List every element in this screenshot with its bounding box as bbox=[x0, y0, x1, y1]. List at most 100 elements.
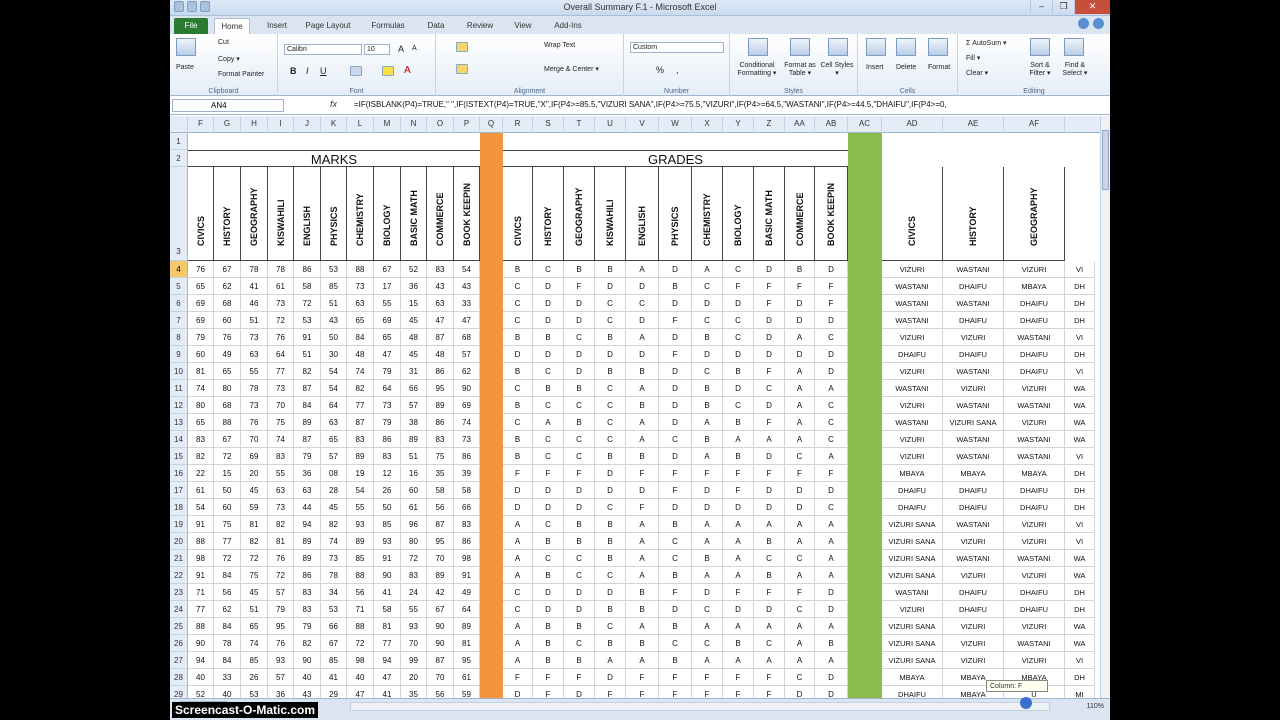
mark-cell[interactable]: 72 bbox=[214, 550, 241, 567]
grade-cell[interactable]: A bbox=[723, 550, 754, 567]
column-header-ab[interactable]: AB bbox=[815, 116, 848, 133]
mark-cell[interactable]: 82 bbox=[188, 448, 214, 465]
summary-cell[interactable]: VIZURI bbox=[943, 652, 1004, 669]
grade-cell[interactable]: A bbox=[754, 516, 785, 533]
grade-cell[interactable]: D bbox=[815, 584, 848, 601]
summary-cell[interactable]: WA bbox=[1065, 567, 1095, 584]
mark-cell[interactable]: 63 bbox=[268, 482, 294, 499]
summary-cell[interactable]: VIZURI bbox=[943, 329, 1004, 346]
grade-cell[interactable]: B bbox=[533, 652, 564, 669]
row-header[interactable]: 17 bbox=[170, 482, 188, 499]
mark-cell[interactable]: 74 bbox=[268, 431, 294, 448]
grade-cell[interactable]: C bbox=[692, 363, 723, 380]
paste-icon[interactable] bbox=[176, 38, 196, 56]
grade-cell[interactable]: A bbox=[692, 261, 723, 278]
mark-cell[interactable]: 66 bbox=[321, 618, 347, 635]
summary-cell[interactable]: DH bbox=[1065, 295, 1095, 312]
mark-cell[interactable]: 89 bbox=[294, 533, 321, 550]
grade-cell[interactable]: C bbox=[595, 414, 626, 431]
grade-cell[interactable]: C bbox=[723, 261, 754, 278]
mark-cell[interactable]: 56 bbox=[214, 584, 241, 601]
tab-review[interactable]: Review bbox=[462, 18, 498, 34]
mark-cell[interactable]: 69 bbox=[188, 312, 214, 329]
mark-cell[interactable]: 45 bbox=[401, 312, 427, 329]
mark-cell[interactable]: 55 bbox=[374, 295, 401, 312]
summary-cell[interactable]: VIZURI bbox=[943, 618, 1004, 635]
grade-cell[interactable]: C bbox=[564, 431, 595, 448]
mark-cell[interactable]: 87 bbox=[294, 431, 321, 448]
grade-cell[interactable]: D bbox=[692, 584, 723, 601]
grade-cell[interactable]: C bbox=[595, 567, 626, 584]
summary-cell[interactable]: VIZURI SANA bbox=[943, 414, 1004, 431]
mark-cell[interactable]: 47 bbox=[347, 686, 374, 698]
mark-cell[interactable]: 70 bbox=[427, 669, 454, 686]
grade-cell[interactable]: B bbox=[692, 550, 723, 567]
align-center-icon[interactable] bbox=[456, 64, 468, 74]
grade-cell[interactable]: B bbox=[595, 329, 626, 346]
column-header-t[interactable]: T bbox=[564, 116, 595, 133]
mark-cell[interactable]: 47 bbox=[374, 346, 401, 363]
grade-cell[interactable]: D bbox=[564, 482, 595, 499]
mark-cell[interactable]: 54 bbox=[347, 482, 374, 499]
grade-cell[interactable]: A bbox=[785, 329, 815, 346]
mark-cell[interactable]: 58 bbox=[374, 601, 401, 618]
grade-cell[interactable]: C bbox=[815, 499, 848, 516]
mark-cell[interactable]: 78 bbox=[241, 380, 268, 397]
grade-cell[interactable]: A bbox=[815, 550, 848, 567]
grade-cell[interactable]: D bbox=[815, 686, 848, 698]
grade-cell[interactable]: D bbox=[564, 686, 595, 698]
grade-cell[interactable]: B bbox=[626, 363, 659, 380]
column-header-aa[interactable]: AA bbox=[785, 116, 815, 133]
grade-cell[interactable]: C bbox=[754, 635, 785, 652]
summary-cell[interactable]: VI bbox=[1065, 533, 1095, 550]
tab-formulas[interactable]: Formulas bbox=[368, 18, 408, 34]
summary-cell[interactable]: VIZURI bbox=[882, 329, 943, 346]
grade-cell[interactable]: B bbox=[503, 363, 533, 380]
column-header-q[interactable]: Q bbox=[480, 116, 503, 133]
summary-cell[interactable]: VIZURI SANA bbox=[882, 635, 943, 652]
grade-cell[interactable]: C bbox=[533, 363, 564, 380]
mark-cell[interactable]: 48 bbox=[427, 346, 454, 363]
summary-cell[interactable]: VIZURI bbox=[882, 397, 943, 414]
mark-cell[interactable]: 91 bbox=[188, 567, 214, 584]
mark-cell[interactable]: 89 bbox=[427, 567, 454, 584]
row-header[interactable]: 1 bbox=[170, 133, 188, 150]
summary-cell[interactable]: VIZURI bbox=[882, 431, 943, 448]
mark-cell[interactable]: 43 bbox=[454, 278, 480, 295]
summary-cell[interactable]: WASTANI bbox=[882, 380, 943, 397]
mark-cell[interactable]: 64 bbox=[454, 601, 480, 618]
close-button[interactable]: ✕ bbox=[1074, 0, 1110, 14]
mark-cell[interactable]: 46 bbox=[241, 295, 268, 312]
row-header[interactable]: 22 bbox=[170, 567, 188, 584]
mark-cell[interactable]: 51 bbox=[241, 601, 268, 618]
grade-cell[interactable]: A bbox=[785, 414, 815, 431]
grade-cell[interactable]: A bbox=[723, 431, 754, 448]
summary-cell[interactable]: VIZURI SANA bbox=[882, 567, 943, 584]
grade-cell[interactable]: D bbox=[692, 482, 723, 499]
summary-cell[interactable]: WASTANI bbox=[882, 584, 943, 601]
grade-cell[interactable]: F bbox=[754, 295, 785, 312]
grade-cell[interactable]: C bbox=[659, 533, 692, 550]
grade-cell[interactable]: F bbox=[626, 499, 659, 516]
mark-cell[interactable]: 12 bbox=[374, 465, 401, 482]
row-header[interactable]: 8 bbox=[170, 329, 188, 346]
insert-cells-icon[interactable] bbox=[866, 38, 886, 56]
mark-cell[interactable]: 77 bbox=[347, 397, 374, 414]
grade-cell[interactable]: D bbox=[595, 278, 626, 295]
grade-cell[interactable]: F bbox=[503, 669, 533, 686]
grade-cell[interactable]: A bbox=[815, 618, 848, 635]
row-header[interactable]: 5 bbox=[170, 278, 188, 295]
grade-cell[interactable]: D bbox=[659, 414, 692, 431]
mark-cell[interactable]: 48 bbox=[347, 346, 374, 363]
row-header[interactable]: 18 bbox=[170, 499, 188, 516]
mark-cell[interactable]: 36 bbox=[268, 686, 294, 698]
borders-icon[interactable] bbox=[350, 66, 362, 76]
mark-cell[interactable]: 67 bbox=[321, 635, 347, 652]
grade-cell[interactable]: B bbox=[723, 414, 754, 431]
mark-cell[interactable]: 58 bbox=[294, 278, 321, 295]
grade-cell[interactable]: A bbox=[503, 652, 533, 669]
grade-cell[interactable]: C bbox=[564, 550, 595, 567]
mark-cell[interactable]: 56 bbox=[427, 499, 454, 516]
grade-cell[interactable]: B bbox=[626, 448, 659, 465]
summary-cell[interactable]: VIZURI bbox=[1004, 414, 1065, 431]
